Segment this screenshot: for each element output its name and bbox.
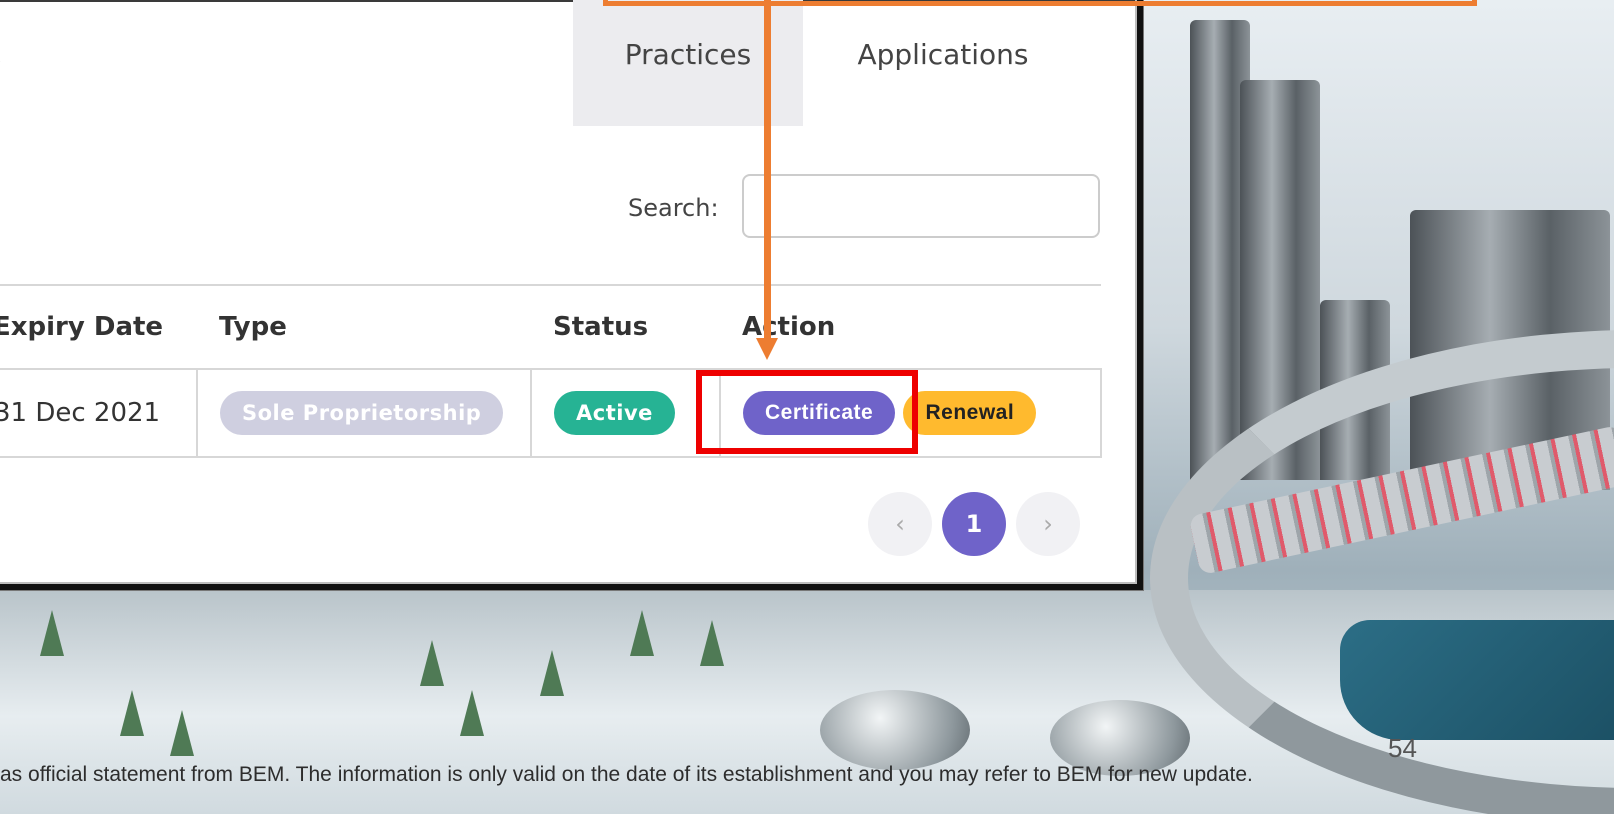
callout-frame xyxy=(603,0,1477,6)
certificate-highlight-box xyxy=(696,370,918,454)
slide-number: 54 xyxy=(1388,733,1417,763)
expiry-date-cell: 31 Dec 2021 xyxy=(0,368,198,458)
type-cell: Sole Proprietorship xyxy=(196,368,532,458)
callout-arrow-line xyxy=(764,0,771,352)
column-header-type[interactable]: Type xyxy=(197,284,531,370)
status-cell: Active xyxy=(530,368,721,458)
search-row: Search: xyxy=(0,174,1100,244)
table-row: 31 Dec 2021 Sole Proprietorship Active C… xyxy=(0,368,1102,458)
search-input[interactable] xyxy=(742,174,1100,238)
tab-applications-label: Applications xyxy=(857,37,1029,71)
chevron-left-icon[interactable]: ‹ xyxy=(868,492,932,556)
column-header-status[interactable]: Status xyxy=(531,284,720,370)
status-badge: Active xyxy=(554,391,675,435)
footer-disclaimer: as official statement from BEM. The info… xyxy=(0,763,1253,786)
tab-practices-label: Practices xyxy=(624,37,752,71)
tab-bar: Practices Applications xyxy=(573,0,1083,126)
app-panel: s Practices Applications Search: Expiry … xyxy=(0,0,1143,590)
practices-table: Expiry Date Type Status Action 31 Dec 20… xyxy=(0,284,1102,458)
chevron-right-icon[interactable]: › xyxy=(1016,492,1080,556)
table-header-row: Expiry Date Type Status Action xyxy=(0,284,1101,370)
arrow-down-icon xyxy=(756,338,778,360)
page-1-button[interactable]: 1 xyxy=(942,492,1006,556)
renewal-button[interactable]: Renewal xyxy=(903,391,1037,435)
page-title: s xyxy=(0,36,2,76)
search-label: Search: xyxy=(628,194,719,222)
column-header-expiry-date[interactable]: Expiry Date xyxy=(0,284,197,370)
pagination: ‹ 1 › xyxy=(868,492,1080,556)
tab-applications[interactable]: Applications xyxy=(803,0,1083,126)
type-badge: Sole Proprietorship xyxy=(220,391,504,435)
